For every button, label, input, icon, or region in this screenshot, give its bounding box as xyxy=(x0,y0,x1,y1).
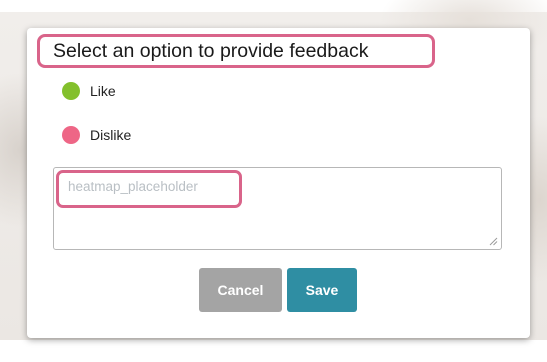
resize-grip-icon[interactable] xyxy=(489,237,498,246)
feedback-textarea-container xyxy=(53,167,502,250)
feedback-dialog: Select an option to provide feedback Lik… xyxy=(27,28,530,338)
feedback-textarea[interactable] xyxy=(54,168,501,249)
option-like[interactable]: Like xyxy=(62,81,116,101)
cancel-button[interactable]: Cancel xyxy=(199,268,282,312)
option-dislike-label: Dislike xyxy=(90,127,132,143)
option-like-label: Like xyxy=(90,83,116,99)
dialog-title: Select an option to provide feedback xyxy=(37,34,435,68)
save-button[interactable]: Save xyxy=(287,268,357,312)
pink-dot-icon[interactable] xyxy=(62,126,80,144)
option-dislike[interactable]: Dislike xyxy=(62,125,131,145)
green-dot-icon[interactable] xyxy=(62,82,80,100)
